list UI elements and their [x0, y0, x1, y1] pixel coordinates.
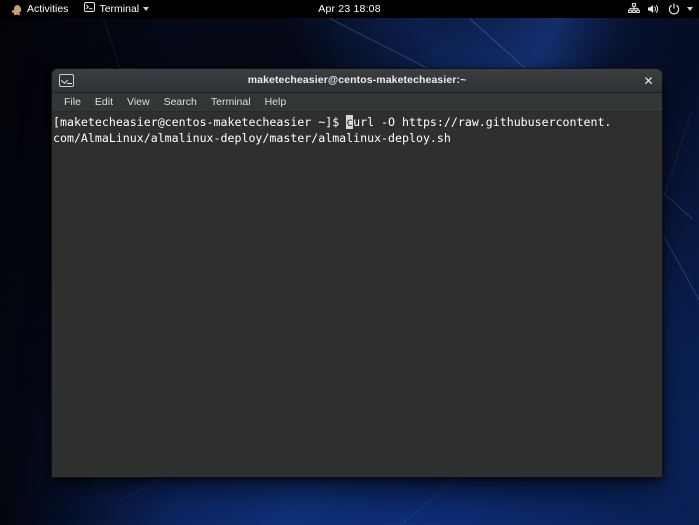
chevron-down-icon — [687, 7, 693, 11]
menu-item-view[interactable]: View — [120, 93, 157, 112]
menu-item-file[interactable]: File — [57, 93, 88, 112]
chevron-down-icon — [143, 7, 150, 11]
app-menu-button[interactable]: Terminal — [78, 0, 155, 18]
menu-item-terminal[interactable]: Terminal — [204, 93, 258, 112]
terminal-icon — [84, 0, 96, 18]
window-title: maketecheasier@centos-maketecheasier:~ — [247, 74, 467, 86]
activities-label: Activities — [27, 3, 69, 15]
terminal-icon — [59, 73, 74, 87]
menu-item-edit[interactable]: Edit — [88, 93, 120, 112]
app-menu-label: Terminal — [99, 3, 140, 15]
network-icon — [627, 0, 640, 18]
gnome-foot-icon — [12, 3, 23, 15]
volume-icon — [647, 0, 660, 18]
menu-item-help[interactable]: Help — [258, 93, 294, 112]
terminal-output-area[interactable]: [maketecheasier@centos-maketecheasier ~]… — [51, 112, 652, 478]
activities-button[interactable]: Activities — [6, 0, 74, 18]
power-icon — [667, 0, 680, 18]
window-titlebar[interactable]: maketecheasier@centos-maketecheasier:~ ✕ — [51, 68, 663, 93]
clock-label[interactable]: Apr 23 18:08 — [318, 3, 381, 15]
menu-bar[interactable]: File Edit View Search Terminal Help — [51, 93, 663, 112]
menu-item-search[interactable]: Search — [157, 93, 204, 112]
gnome-top-panel: Activities Terminal Apr 23 18:08 — [0, 0, 699, 18]
panel-status-area[interactable] — [627, 0, 693, 18]
close-button[interactable]: ✕ — [640, 72, 657, 89]
command-text-line2: com/AlmaLinux/almalinux-deploy/master/al… — [53, 130, 451, 145]
shell-prompt: [maketecheasier@centos-maketecheasier ~]… — [53, 115, 347, 129]
terminal-scrollbar[interactable] — [652, 112, 663, 478]
command-text: url -O https://raw.githubusercontent. — [353, 115, 612, 129]
terminal-window[interactable]: maketecheasier@centos-maketecheasier:~ ✕… — [51, 68, 663, 478]
terminal-body[interactable]: [maketecheasier@centos-maketecheasier ~]… — [51, 112, 663, 478]
panel-left-group: Activities Terminal — [0, 0, 155, 18]
